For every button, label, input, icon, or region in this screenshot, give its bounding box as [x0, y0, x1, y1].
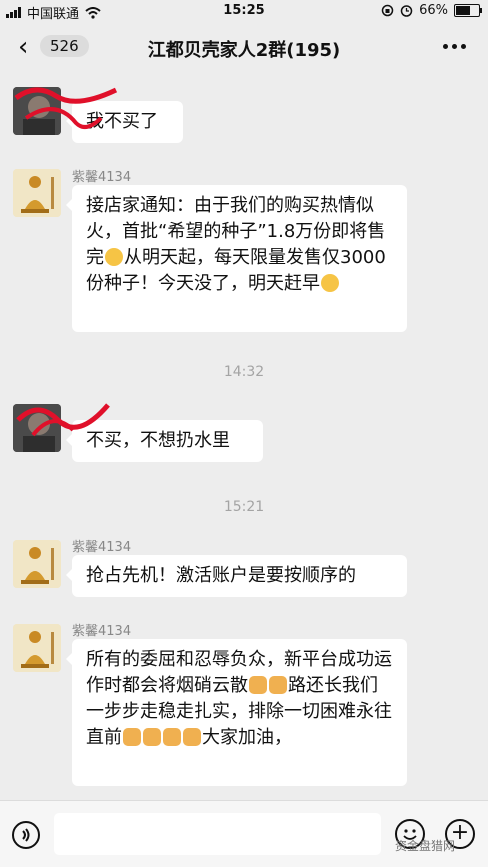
nav-bar: ‹ 526 江都贝壳家人2群(195) — [0, 22, 488, 74]
sender-name: 紫馨4134 — [72, 624, 132, 639]
battery-icon — [454, 4, 482, 17]
sender-name: 紫馨4134 — [72, 170, 132, 185]
fist-emoji-icon — [143, 728, 161, 746]
battery-percent: 66% — [419, 3, 448, 18]
message-text: 大家加油， — [202, 727, 292, 748]
fist-emoji-icon — [249, 676, 267, 694]
fist-emoji-icon — [183, 728, 201, 746]
fist-emoji-icon — [163, 728, 181, 746]
avatar[interactable] — [13, 404, 61, 452]
timestamp: 15:21 — [223, 499, 265, 515]
message-bubble[interactable]: 所有的委屈和忍辱负众，新平台成功运作时都会将烟硝云散 路还长我们一步步走稳走扎实，… — [66, 639, 407, 786]
message-bubble[interactable]: 不买，不想扔水里 — [66, 420, 263, 462]
avatar[interactable] — [13, 540, 61, 588]
alarm-icon — [400, 5, 413, 17]
grin-emoji-icon — [321, 274, 339, 292]
message-bubble[interactable]: 我不买了 — [66, 101, 183, 143]
message-bubble[interactable]: 抢占先机！激活账户是要按顺序的 — [66, 555, 407, 597]
avatar[interactable] — [13, 169, 61, 217]
rotation-lock-icon — [381, 4, 394, 17]
avatar[interactable] — [13, 624, 61, 672]
chat-title: 江都贝壳家人2群(195) — [147, 40, 341, 61]
more-options-icon[interactable] — [443, 44, 466, 49]
message-text: 从明天起，每天限量发售仅3000份种子！今天没了，明天赶早 — [86, 247, 386, 294]
input-bar: + — [0, 800, 488, 867]
timestamp: 14:32 — [223, 364, 265, 380]
fist-emoji-icon — [269, 676, 287, 694]
message-bubble[interactable]: 接店家通知：由于我们的购买热情似火，首批“希望的种子”1.8万份即将售完 从明天起… — [66, 185, 407, 332]
watermark: 资金盘猎网 — [395, 839, 456, 853]
avatar[interactable] — [13, 87, 61, 135]
smile-emoji-icon — [105, 248, 123, 266]
sender-name: 紫馨4134 — [72, 540, 132, 555]
status-bar: 中国联通 15:25 66% — [0, 0, 488, 22]
fist-emoji-icon — [123, 728, 141, 746]
message-input[interactable] — [54, 813, 381, 855]
voice-input-icon[interactable] — [12, 821, 40, 849]
